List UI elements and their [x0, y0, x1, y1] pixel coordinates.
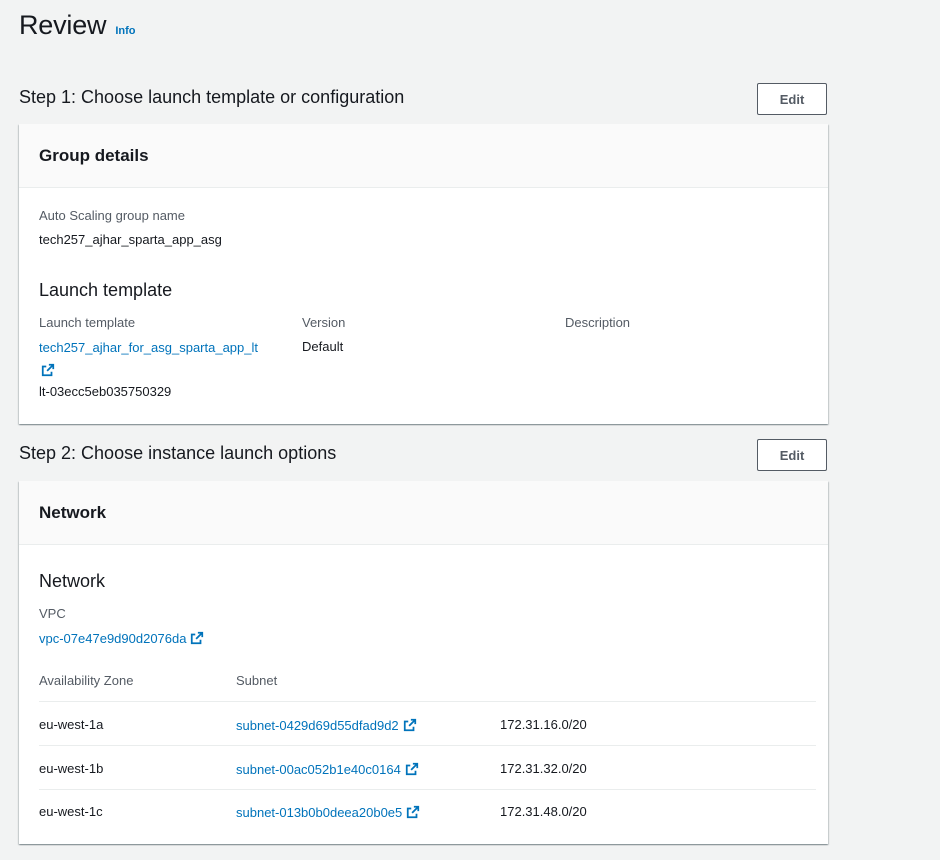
table-row-zone: eu-west-1c: [39, 804, 103, 819]
group-details-header: Group details: [19, 124, 828, 188]
table-row-subnet-wrap: subnet-013b0b0deea20b0e5: [236, 804, 420, 822]
table-header-subnet: Subnet: [236, 673, 278, 688]
page-title: Review: [19, 10, 107, 40]
step-2-edit-button[interactable]: Edit: [757, 439, 827, 471]
subnet-link[interactable]: subnet-013b0b0deea20b0e5: [236, 805, 402, 820]
external-link-icon[interactable]: [41, 363, 55, 377]
table-divider: [39, 745, 816, 746]
vpc-link-wrap: vpc-07e47e9d90d2076da: [39, 630, 204, 648]
table-row-cidr: 172.31.48.0/20: [500, 804, 587, 819]
table-row-subnet-wrap: subnet-0429d69d55dfad9d2: [236, 717, 417, 735]
step-2-title: Step 2: Choose instance launch options: [19, 443, 337, 463]
asg-name-label: Auto Scaling group name: [39, 208, 185, 223]
info-link[interactable]: Info: [115, 25, 135, 37]
step-1-title: Step 1: Choose launch template or config…: [19, 87, 405, 107]
launch-template-link-wrap: tech257_ajhar_for_asg_sparta_app_lt: [39, 339, 289, 378]
description-column-label: Description: [565, 315, 631, 330]
launch-template-link[interactable]: tech257_ajhar_for_asg_sparta_app_lt: [39, 340, 258, 355]
asg-name-value: tech257_ajhar_sparta_app_asg: [39, 232, 222, 247]
table-divider: [39, 701, 816, 702]
vpc-label: VPC: [39, 606, 66, 621]
version-column-label: Version: [302, 315, 346, 330]
launch-template-column-label: Launch template: [39, 315, 136, 330]
launch-template-id: lt-03ecc5eb035750329: [39, 384, 172, 399]
table-row-zone: eu-west-1b: [39, 761, 104, 776]
table-row-cidr: 172.31.32.0/20: [500, 761, 587, 776]
table-row-zone: eu-west-1a: [39, 717, 104, 732]
group-details-card: Group details Auto Scaling group name te…: [19, 124, 828, 424]
table-header-availability-zone: Availability Zone: [39, 673, 134, 688]
table-divider: [39, 789, 816, 790]
subnet-link[interactable]: subnet-00ac052b1e40c0164: [236, 762, 401, 777]
external-link-icon[interactable]: [190, 631, 204, 645]
external-link-icon[interactable]: [406, 805, 420, 819]
network-heading: Network: [39, 571, 106, 591]
vpc-link[interactable]: vpc-07e47e9d90d2076da: [39, 631, 186, 646]
page-header: Review Info: [19, 10, 136, 41]
external-link-icon[interactable]: [405, 762, 419, 776]
subnet-link[interactable]: subnet-0429d69d55dfad9d2: [236, 718, 399, 733]
table-row-cidr: 172.31.16.0/20: [500, 717, 587, 732]
external-link-icon[interactable]: [403, 718, 417, 732]
network-card: Network Network VPC vpc-07e47e9d90d2076d…: [19, 481, 828, 844]
version-value: Default: [302, 339, 344, 354]
network-card-header: Network: [19, 481, 828, 545]
table-row-subnet-wrap: subnet-00ac052b1e40c0164: [236, 761, 419, 779]
launch-template-heading: Launch template: [39, 280, 173, 300]
step-1-edit-button[interactable]: Edit: [757, 83, 827, 115]
review-page: Review Info Step 1: Choose launch templa…: [0, 0, 940, 860]
